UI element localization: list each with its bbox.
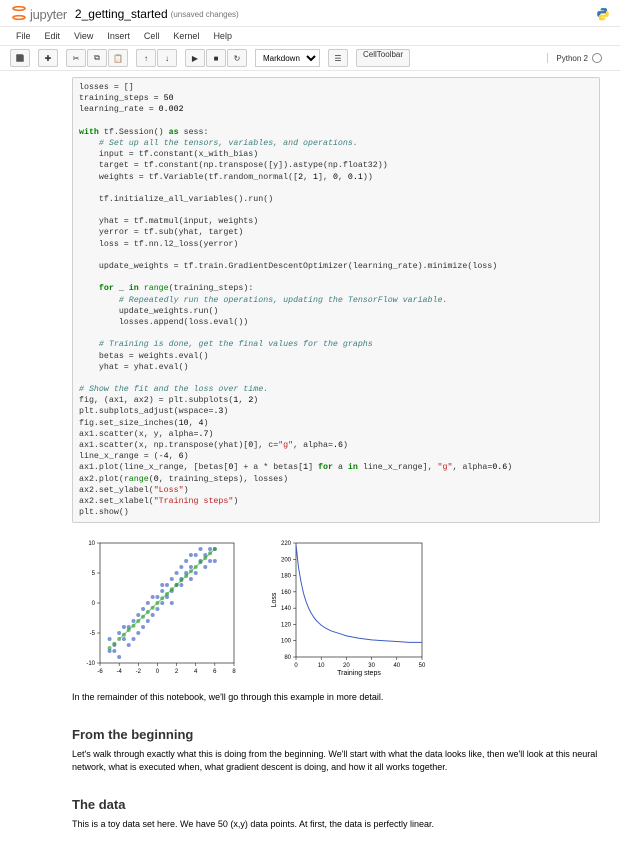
scatter-chart: -6 -4 -2 0 2 4 6 8 -10 -5 0 5 10 — [78, 537, 238, 677]
svg-text:0: 0 — [294, 663, 298, 669]
svg-text:5: 5 — [92, 571, 96, 577]
add-cell-button[interactable]: ✚ — [38, 49, 58, 67]
svg-text:8: 8 — [232, 669, 236, 675]
svg-text:140: 140 — [281, 606, 292, 612]
svg-text:-5: -5 — [90, 631, 96, 637]
toolbar: ✚ ✂ ⧉ 📋 ↑ ↓ ▶ ■ ↻ Markdown ☰ CellToolbar… — [0, 46, 620, 71]
svg-text:Training steps: Training steps — [337, 670, 381, 677]
move-up-button[interactable]: ↑ — [136, 49, 156, 67]
heading-from-beginning: From the beginning — [72, 727, 600, 742]
svg-text:0: 0 — [92, 601, 96, 607]
loss-chart: 0 10 20 30 40 50 80 100 120 140 160 180 200 220 Traini… — [268, 537, 428, 677]
heading-the-data: The data — [72, 797, 600, 812]
paste-button[interactable]: 📋 — [108, 49, 128, 67]
python-icon — [596, 7, 610, 21]
svg-text:100: 100 — [281, 639, 292, 645]
cell-type-select[interactable]: Markdown — [255, 49, 320, 67]
run-button[interactable]: ▶ — [185, 49, 205, 67]
jupyter-text: jupyter — [30, 7, 67, 22]
menu-edit[interactable]: Edit — [39, 29, 67, 43]
svg-text:-2: -2 — [136, 669, 142, 675]
interrupt-button[interactable]: ■ — [206, 49, 226, 67]
markdown-cell[interactable]: From the beginning Let's walk through ex… — [20, 713, 600, 775]
menu-file[interactable]: File — [10, 29, 37, 43]
menubar: File Edit View Insert Cell Kernel Help — [0, 27, 620, 46]
svg-text:80: 80 — [284, 655, 291, 661]
markdown-p1: In the remainder of this notebook, we'll… — [72, 691, 600, 705]
svg-text:200: 200 — [281, 558, 292, 564]
kernel-name: Python 2 — [556, 54, 588, 63]
svg-text:6: 6 — [213, 669, 217, 675]
notebook-title[interactable]: 2_getting_started — [75, 7, 168, 21]
jupyter-logo[interactable]: jupyter — [10, 4, 67, 24]
notebook-container: losses = [] training_steps = 50 learning… — [0, 71, 620, 859]
menu-kernel[interactable]: Kernel — [167, 29, 205, 43]
kernel-status-icon — [592, 53, 602, 63]
output-cell: -6 -4 -2 0 2 4 6 8 -10 -5 0 5 10 0 10 20 30 40 50 80 100 120… — [20, 531, 600, 683]
save-button[interactable] — [10, 49, 30, 67]
menu-help[interactable]: Help — [207, 29, 238, 43]
svg-text:30: 30 — [368, 663, 375, 669]
code-cell-body: losses = [] training_steps = 50 learning… — [72, 77, 600, 523]
svg-text:40: 40 — [393, 663, 400, 669]
output-area: -6 -4 -2 0 2 4 6 8 -10 -5 0 5 10 0 10 20 30 40 50 80 100 120… — [72, 531, 600, 683]
svg-text:180: 180 — [281, 574, 292, 580]
input-prompt — [20, 77, 72, 523]
svg-text:120: 120 — [281, 623, 292, 629]
restart-button[interactable]: ↻ — [227, 49, 247, 67]
code-cell[interactable]: losses = [] training_steps = 50 learning… — [20, 77, 600, 523]
svg-text:-10: -10 — [86, 661, 95, 667]
kernel-indicator: Python 2 — [547, 53, 610, 63]
code-editor[interactable]: losses = [] training_steps = 50 learning… — [73, 78, 599, 522]
menu-view[interactable]: View — [68, 29, 99, 43]
svg-text:2: 2 — [175, 669, 179, 675]
menu-cell[interactable]: Cell — [138, 29, 166, 43]
markdown-cell[interactable]: In the remainder of this notebook, we'll… — [20, 691, 600, 705]
svg-text:10: 10 — [88, 541, 95, 547]
markdown-p2: Let's walk through exactly what this is … — [72, 748, 600, 775]
markdown-cell[interactable]: The data This is a toy data set here. We… — [20, 783, 600, 832]
command-palette-button[interactable]: ☰ — [328, 49, 348, 67]
celltoolbar-button[interactable]: CellToolbar — [356, 49, 410, 67]
notebook-status: (unsaved changes) — [171, 10, 239, 19]
move-down-button[interactable]: ↓ — [157, 49, 177, 67]
markdown-p3: This is a toy data set here. We have 50 … — [72, 818, 600, 832]
notebook-header: jupyter 2_getting_started (unsaved chang… — [0, 0, 620, 27]
svg-text:0: 0 — [156, 669, 160, 675]
copy-button[interactable]: ⧉ — [87, 49, 107, 67]
cut-button[interactable]: ✂ — [66, 49, 86, 67]
svg-text:220: 220 — [281, 541, 292, 547]
svg-text:-4: -4 — [116, 669, 122, 675]
svg-text:20: 20 — [343, 663, 350, 669]
svg-text:160: 160 — [281, 590, 292, 596]
svg-text:-6: -6 — [97, 669, 103, 675]
svg-text:4: 4 — [194, 669, 198, 675]
svg-text:50: 50 — [419, 663, 426, 669]
menu-insert[interactable]: Insert — [101, 29, 136, 43]
jupyter-icon — [10, 4, 28, 24]
svg-text:10: 10 — [318, 663, 325, 669]
svg-text:Loss: Loss — [271, 592, 278, 607]
